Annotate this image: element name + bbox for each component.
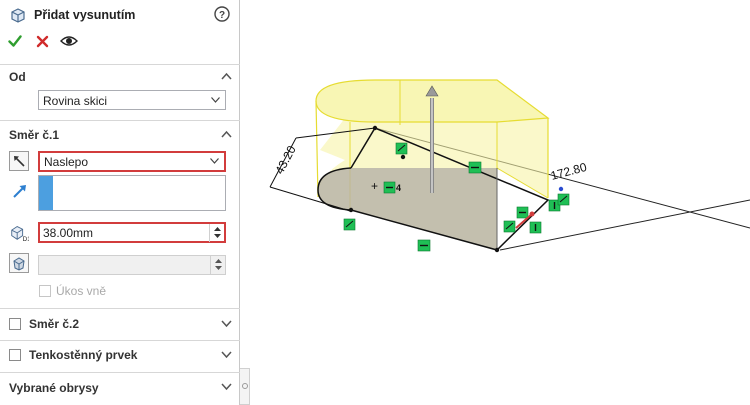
end-condition-value: Naslepo (44, 155, 89, 169)
spinner-arrows-icon (214, 227, 221, 238)
selection-indicator (39, 176, 53, 210)
dimension-width-label[interactable]: 43.20 (272, 143, 299, 176)
reverse-direction-icon[interactable] (9, 151, 29, 171)
depth-value: 38.00mm (43, 226, 94, 240)
ok-checkmark-icon[interactable] (8, 34, 22, 48)
direction-vector-icon (13, 185, 26, 198)
flyout-handle-icon[interactable] (242, 383, 248, 389)
divider (0, 120, 240, 121)
direction-reference-list[interactable] (38, 175, 226, 211)
draft-angle-input (38, 255, 226, 275)
reverse-arrow-icon (14, 156, 25, 167)
draft-toggle-icon[interactable] (9, 253, 29, 273)
panel-title: Přidat vysunutím (34, 8, 136, 22)
divider (0, 372, 240, 373)
sketch-point[interactable] (558, 186, 564, 192)
relation-mark-label: 4 (396, 183, 401, 193)
group-title-direction2[interactable]: Směr č.2 (29, 317, 79, 331)
chevron-down-icon[interactable] (221, 320, 232, 328)
divider (0, 308, 240, 309)
draft-outward-checkbox (39, 285, 51, 297)
draft-outward-label: Úkos vně (56, 284, 107, 298)
sketch-point[interactable] (348, 207, 354, 213)
group-title-direction1[interactable]: Směr č.1 (9, 128, 59, 142)
group-title-thin-feature[interactable]: Tenkostěnný prvek (29, 348, 137, 362)
direction2-checkbox[interactable] (9, 318, 21, 330)
sketch-point[interactable] (400, 154, 406, 160)
model-view[interactable]: 43.20 172.80 + 4 (250, 0, 750, 405)
svg-text:?: ? (219, 10, 225, 21)
help-icon[interactable]: ? (214, 6, 230, 22)
graphics-area[interactable]: 43.20 172.80 + 4 (250, 0, 750, 405)
group-title-selected-contours[interactable]: Vybrané obrysy (9, 381, 99, 395)
chevron-down-icon (210, 158, 219, 164)
depth-d1-icon: D1 (11, 226, 29, 242)
preview-edge (315, 100, 319, 198)
sketch-point[interactable] (494, 247, 500, 253)
start-condition-value: Rovina skici (43, 94, 108, 108)
chevron-down-icon[interactable] (221, 383, 232, 391)
end-condition-select[interactable]: Naslepo (38, 151, 226, 172)
sketch-point[interactable] (372, 125, 378, 131)
start-condition-select[interactable]: Rovina skici (38, 90, 226, 110)
chevron-down-icon (211, 97, 220, 103)
group-title-from[interactable]: Od (9, 70, 26, 84)
divider (0, 64, 240, 65)
draft-icon (13, 257, 25, 271)
preview-eye-icon[interactable] (60, 35, 78, 47)
draft-angle-spinner (210, 256, 225, 274)
depth-input[interactable]: 38.00mm (38, 222, 226, 243)
selected-endpoint (529, 211, 535, 217)
spinner-arrows-icon (215, 259, 222, 270)
property-manager: Přidat vysunutím ? Od Rovina skici Směr … (0, 0, 240, 405)
chevron-up-icon[interactable] (221, 72, 232, 80)
thin-feature-checkbox[interactable] (9, 349, 21, 361)
depth-spinner[interactable] (209, 224, 224, 242)
chevron-down-icon[interactable] (221, 351, 232, 359)
panel-header: Přidat vysunutím ? (0, 0, 240, 60)
boss-extrude-icon (11, 8, 25, 23)
origin-plus-icon: + (371, 179, 378, 193)
divider (0, 340, 240, 341)
chevron-up-icon[interactable] (221, 130, 232, 138)
cancel-x-icon[interactable] (36, 35, 49, 48)
svg-text:D1: D1 (23, 236, 29, 242)
